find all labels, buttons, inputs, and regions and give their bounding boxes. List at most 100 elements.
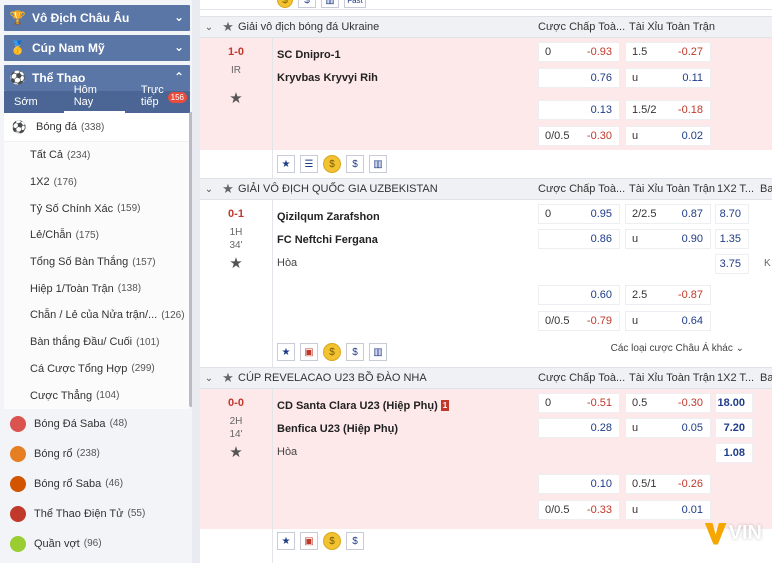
ou-odds[interactable]: u 0.11 (625, 68, 711, 88)
away-team: Benfica U23 (Hiệp Phụ) (277, 423, 399, 435)
sidebar-subitem[interactable]: Tổng Số Bàn Thắng (157) (4, 248, 190, 276)
live-tv-icon[interactable]: ▣ (300, 532, 318, 550)
ou-odds[interactable]: u 0.02 (625, 126, 711, 146)
favorite-star-icon[interactable]: ★ (200, 254, 272, 272)
coin-icon[interactable]: $ (323, 155, 341, 173)
extra-odds[interactable]: K (764, 258, 771, 269)
sidebar: 🏆 Vô Địch Châu Âu ⌄ 🥇 Cúp Nam Mỹ ⌄ ⚽ Thể… (0, 0, 192, 563)
sidebar-subitem[interactable]: Chẵn / Lẻ của Nửa trận/... (126) (4, 302, 190, 329)
x12-odds[interactable]: 7.20 (715, 418, 753, 438)
handicap-odds[interactable]: 0 -0.51 (538, 393, 620, 413)
more-asian-bets-link[interactable]: Các loại cược Châu Á khác ⌄ (611, 343, 744, 354)
sidebar-item-saba-basketball[interactable]: Bóng rổ Saba (46) (0, 468, 192, 499)
stats-icon[interactable]: ▥ (369, 155, 387, 173)
handicap-line: 0/0.5 (545, 315, 570, 327)
handicap-odds[interactable]: 0/0.5 -0.30 (538, 126, 620, 146)
star-icon[interactable]: ★ (277, 343, 295, 361)
ou-odds[interactable]: 2.5 -0.87 (625, 285, 711, 305)
sidebar-item-tennis[interactable]: Quần vợt (96) (0, 528, 192, 559)
league-header[interactable]: ⌄ ★ Giải vô địch bóng đá Ukraine Cược Ch… (200, 16, 772, 38)
league-header[interactable]: ⌄ ★ CÚP REVELACAO U23 BỒ ĐÀO NHA Cược Ch… (200, 367, 772, 389)
handicap-odds[interactable]: 0.10 (538, 474, 620, 494)
stats-icon[interactable]: ▥ (321, 0, 339, 8)
sidebar-subitem[interactable]: Tất Cả (234) (4, 142, 190, 169)
handicap-odds[interactable]: 0/0.5 -0.79 (538, 311, 620, 331)
ou-odds[interactable]: u 0.64 (625, 311, 711, 331)
ou-odds[interactable]: 0.5/1 -0.26 (625, 474, 711, 494)
handicap-odds[interactable]: 0.13 (538, 100, 620, 120)
handicap-odds[interactable]: 0.86 (538, 229, 620, 249)
sidebar-subitem[interactable]: Lẻ/Chẵn (175) (4, 222, 190, 249)
dollar-icon[interactable]: $ (346, 155, 364, 173)
sidebar-item-esports[interactable]: Thể Thao Điện Tử (55) (0, 498, 192, 529)
sidebar-item-label: Bóng rổ (34, 447, 73, 460)
match-icon-bar: ★ ▣ $ $ ▥ (277, 343, 392, 363)
column-divider (272, 38, 273, 178)
handicap-odds[interactable]: 0.28 (538, 418, 620, 438)
sidebar-subitem[interactable]: Hiệp 1/Toàn Trận (138) (4, 275, 190, 303)
x12-odds[interactable]: 8.70 (715, 204, 749, 224)
stats-icon[interactable]: ▥ (369, 343, 387, 361)
sidebar-subitem-label: Hiệp 1/Toàn Trận (30, 282, 114, 295)
sidebar-section-champions-league[interactable]: 🏆 Vô Địch Châu Âu ⌄ (4, 5, 190, 31)
sidebar-item-saba-football[interactable]: Bóng Đá Saba (48) (0, 408, 192, 439)
handicap-odds[interactable]: 0/0.5 -0.33 (538, 500, 620, 520)
sidebar-item-basketball[interactable]: Bóng rổ (238) (0, 438, 192, 469)
favorite-star-icon[interactable]: ★ (200, 443, 272, 461)
ou-odds[interactable]: 0.5 -0.30 (625, 393, 711, 413)
list-icon[interactable]: ☰ (300, 155, 318, 173)
dollar-icon[interactable]: $ (298, 0, 316, 8)
ou-odds[interactable]: u 0.90 (625, 229, 711, 249)
betting-app: 🏆 Vô Địch Châu Âu ⌄ 🥇 Cúp Nam Mỹ ⌄ ⚽ Thể… (0, 0, 772, 563)
handicap-odds[interactable]: 0 0.95 (538, 204, 620, 224)
x12-odds[interactable]: 3.75 (715, 254, 749, 274)
handicap-odds[interactable]: 0 -0.93 (538, 42, 620, 62)
coin-icon[interactable]: $ (323, 532, 341, 550)
chevron-down-icon[interactable]: ⌄ (200, 184, 218, 195)
x12-odds[interactable]: 1.08 (715, 443, 753, 463)
sidebar-subitem[interactable]: Tỷ Số Chính Xác (159) (4, 195, 190, 223)
ou-odds[interactable]: u 0.05 (625, 418, 711, 438)
fast-button[interactable]: Fast (344, 0, 366, 8)
ou-odds[interactable]: 2/2.5 0.87 (625, 204, 711, 224)
x12-odds[interactable]: 18.00 (715, 393, 753, 413)
league-header[interactable]: ⌄ ★ GIẢI VÔ ĐỊCH QUỐC GIA UZBEKISTAN Cượ… (200, 178, 772, 200)
sidebar-subitem[interactable]: 1X2 (176) (4, 168, 190, 196)
handicap-line: 0 (545, 208, 552, 220)
sidebar-section-label: Cúp Nam Mỹ (32, 41, 105, 55)
handicap-odds[interactable]: 0.60 (538, 285, 620, 305)
sidebar-subitem[interactable]: Cá Cược Tổng Hợp (299) (4, 355, 190, 383)
ou-odds[interactable]: 1.5 -0.27 (625, 42, 711, 62)
dollar-icon[interactable]: $ (346, 532, 364, 550)
chevron-up-icon[interactable]: ⌃ (174, 70, 184, 84)
sidebar-section-copa[interactable]: 🥇 Cúp Nam Mỹ ⌄ (4, 35, 190, 61)
star-icon[interactable]: ★ (277, 155, 295, 173)
ou-line: u (632, 233, 639, 245)
coin-icon[interactable]: $ (277, 0, 293, 8)
star-icon[interactable]: ★ (277, 532, 295, 550)
star-icon[interactable]: ★ (218, 181, 238, 197)
sidebar-subitem[interactable]: Bàn thắng Đầu/ Cuối (101) (4, 328, 190, 356)
sidebar-item-football[interactable]: ⚽ Bóng đá (338) (4, 113, 190, 142)
ou-line: u (632, 72, 639, 84)
chevron-down-icon[interactable]: ⌄ (200, 22, 218, 33)
favorite-star-icon[interactable]: ★ (200, 89, 272, 107)
handicap-odds[interactable]: 0.76 (538, 68, 620, 88)
live-tv-icon[interactable]: ▣ (300, 343, 318, 361)
column-over-under: Tài Xỉu Toàn Trận (629, 21, 716, 33)
chevron-down-icon[interactable]: ⌄ (174, 10, 184, 24)
dollar-icon[interactable]: $ (346, 343, 364, 361)
coin-icon[interactable]: $ (323, 343, 341, 361)
ou-odds[interactable]: u 0.01 (625, 500, 711, 520)
star-icon[interactable]: ★ (218, 19, 238, 35)
star-icon[interactable]: ★ (218, 370, 238, 386)
ou-line: 2.5 (632, 289, 648, 301)
tab-early[interactable]: Sớm (4, 96, 46, 113)
ou-odds[interactable]: 1.5/2 -0.18 (625, 100, 711, 120)
sidebar-scrollbar[interactable] (189, 112, 192, 407)
chevron-down-icon[interactable]: ⌄ (174, 40, 184, 54)
tab-today[interactable]: Hôm Nay (63, 84, 125, 113)
chevron-down-icon[interactable]: ⌄ (200, 373, 218, 384)
sidebar-subitem[interactable]: Cược Thẳng (104) (4, 382, 190, 409)
x12-odds[interactable]: 1.35 (715, 229, 749, 249)
